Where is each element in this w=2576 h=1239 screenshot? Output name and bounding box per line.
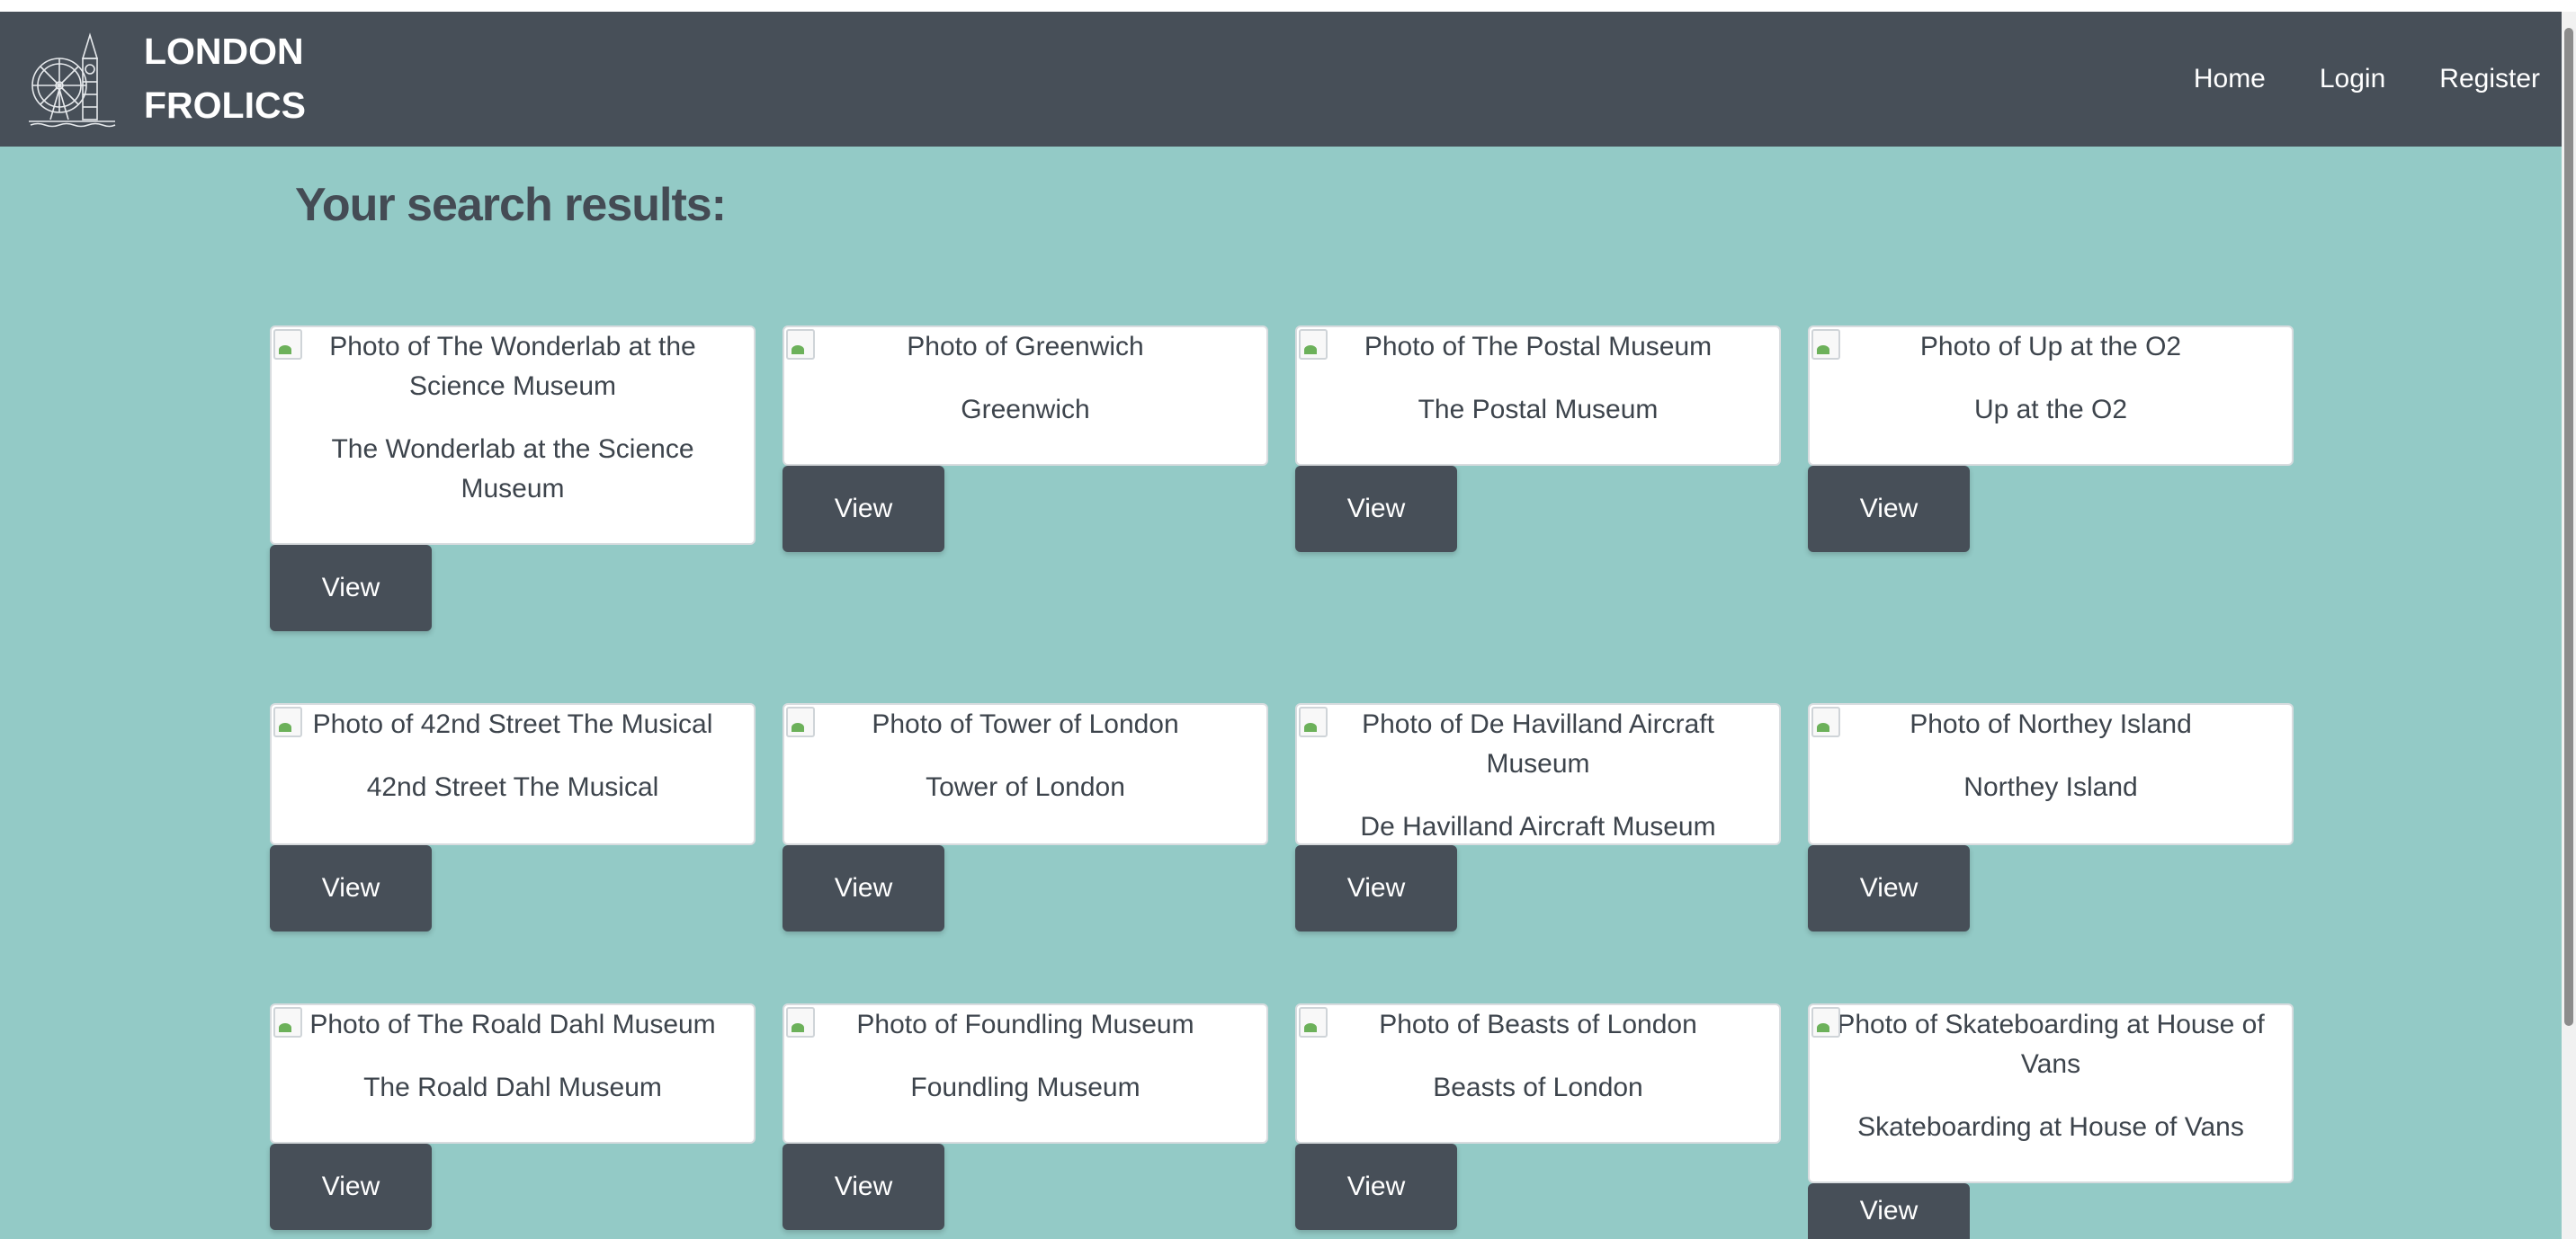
result-name: Beasts of London <box>1433 1073 1643 1102</box>
scrollbar-thumb[interactable] <box>2564 28 2573 1026</box>
window-top-strip <box>0 0 2576 12</box>
result-photo-alt: Photo of Up at the O2 <box>1919 332 2182 361</box>
result-photo: Photo of Greenwich <box>784 327 1266 367</box>
nav-login-link[interactable]: Login <box>2320 64 2385 94</box>
result-photo: Photo of 42nd Street The Musical <box>272 705 754 744</box>
result-photo-alt: Photo of Tower of London <box>872 709 1179 739</box>
result-photo: Photo of Tower of London <box>784 705 1266 744</box>
result-photo: Photo of Foundling Museum <box>784 1005 1266 1045</box>
london-eye-big-ben-logo-icon[interactable] <box>27 31 117 129</box>
result-name: 42nd Street The Musical <box>366 772 659 802</box>
result-photo: Photo of The Roald Dahl Museum <box>272 1005 754 1045</box>
brand-line-2: FROLICS <box>144 85 306 126</box>
view-button[interactable]: View <box>1295 845 1457 931</box>
result-photo: Photo of Northey Island <box>1810 705 2292 744</box>
broken-image-icon <box>1811 707 1840 737</box>
scrollbar[interactable] <box>2562 12 2576 1239</box>
broken-image-icon <box>1811 329 1840 360</box>
brand-line-1: LONDON <box>144 31 304 72</box>
result-card: Photo of De Havilland Aircraft Museum De… <box>1295 703 1781 845</box>
broken-image-icon <box>1811 1007 1840 1038</box>
result-name: De Havilland Aircraft Museum <box>1360 812 1716 842</box>
result-card: Photo of The Postal Museum The Postal Mu… <box>1295 325 1781 466</box>
broken-image-icon <box>1299 707 1328 737</box>
nav-register-link[interactable]: Register <box>2439 64 2540 94</box>
result-photo-alt: Photo of De Havilland Aircraft Museum <box>1362 709 1714 779</box>
result-photo-alt: Photo of Skateboarding at House of Vans <box>1837 1010 2265 1079</box>
result-photo: Photo of The Postal Museum <box>1297 327 1779 367</box>
result-photo-alt: Photo of The Roald Dahl Museum <box>309 1010 716 1039</box>
result-photo: Photo of The Wonderlab at the Science Mu… <box>272 327 754 406</box>
broken-image-icon <box>786 329 815 360</box>
brand-name[interactable]: LONDON FROLICS <box>144 24 360 132</box>
view-button[interactable]: View <box>1808 845 1970 931</box>
result-name: Northey Island <box>1963 772 2138 802</box>
result-photo-alt: Photo of Northey Island <box>1910 709 2192 739</box>
result-name: The Roald Dahl Museum <box>363 1073 662 1102</box>
result-card: Photo of The Roald Dahl Museum The Roald… <box>270 1003 756 1144</box>
nav-home-link[interactable]: Home <box>2194 64 2266 94</box>
broken-image-icon <box>273 1007 302 1038</box>
result-photo: Photo of Skateboarding at House of Vans <box>1810 1005 2292 1084</box>
result-photo-alt: Photo of The Postal Museum <box>1364 332 1713 361</box>
view-button[interactable]: View <box>270 545 432 631</box>
result-card: Photo of Beasts of London Beasts of Lond… <box>1295 1003 1781 1144</box>
result-photo: Photo of Up at the O2 <box>1810 327 2292 367</box>
navbar: LONDON FROLICS Home Login Register <box>0 12 2562 147</box>
view-button[interactable]: View <box>783 1144 944 1230</box>
view-button[interactable]: View <box>1295 1144 1457 1230</box>
result-photo-alt: Photo of Beasts of London <box>1379 1010 1697 1039</box>
result-name: Up at the O2 <box>1973 395 2128 424</box>
broken-image-icon <box>1299 329 1328 360</box>
result-card: Photo of The Wonderlab at the Science Mu… <box>270 325 756 545</box>
page-title: Your search results: <box>295 179 727 231</box>
broken-image-icon <box>786 1007 815 1038</box>
result-photo-alt: Photo of The Wonderlab at the Science Mu… <box>329 332 696 401</box>
result-name: Greenwich <box>961 395 1090 424</box>
result-name: Tower of London <box>926 772 1125 802</box>
result-card: Photo of Up at the O2 Up at the O2 <box>1808 325 2294 466</box>
broken-image-icon <box>273 329 302 360</box>
nav-links: Home Login Register <box>2194 12 2562 147</box>
view-button[interactable]: View <box>270 845 432 931</box>
view-button[interactable]: View <box>1295 466 1457 552</box>
result-name: The Postal Museum <box>1418 395 1659 424</box>
result-card: Photo of Skateboarding at House of Vans … <box>1808 1003 2294 1183</box>
broken-image-icon <box>1299 1007 1328 1038</box>
result-photo-alt: Photo of Foundling Museum <box>856 1010 1194 1039</box>
result-card: Photo of 42nd Street The Musical 42nd St… <box>270 703 756 845</box>
result-photo-alt: Photo of 42nd Street The Musical <box>312 709 713 739</box>
broken-image-icon <box>273 707 302 737</box>
result-photo: Photo of De Havilland Aircraft Museum <box>1297 705 1779 784</box>
result-name: The Wonderlab at the Science Museum <box>331 434 694 504</box>
result-card: Photo of Foundling Museum Foundling Muse… <box>783 1003 1268 1144</box>
view-button[interactable]: View <box>783 845 944 931</box>
result-card: Photo of Northey Island Northey Island <box>1808 703 2294 845</box>
result-photo-alt: Photo of Greenwich <box>907 332 1144 361</box>
view-button[interactable]: View <box>270 1144 432 1230</box>
view-button[interactable]: View <box>1808 1183 1970 1239</box>
broken-image-icon <box>786 707 815 737</box>
result-photo: Photo of Beasts of London <box>1297 1005 1779 1045</box>
result-name: Foundling Museum <box>910 1073 1140 1102</box>
result-card: Photo of Greenwich Greenwich <box>783 325 1268 466</box>
view-button[interactable]: View <box>783 466 944 552</box>
result-card: Photo of Tower of London Tower of London <box>783 703 1268 845</box>
result-name: Skateboarding at House of Vans <box>1857 1112 2244 1142</box>
view-button[interactable]: View <box>1808 466 1970 552</box>
